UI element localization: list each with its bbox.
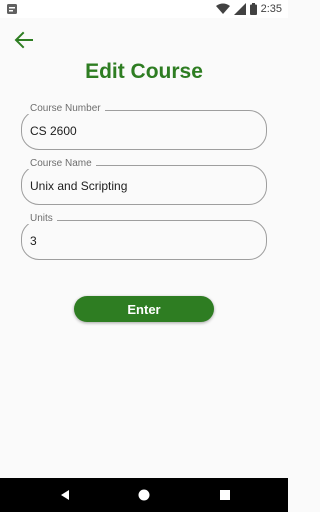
course-number-label: Course Number	[26, 103, 105, 114]
signal-icon	[233, 3, 246, 15]
units-field[interactable]: Units 3	[21, 213, 267, 260]
course-name-label: Course Name	[26, 158, 96, 169]
status-icons: 2:35	[215, 2, 282, 16]
course-number-field[interactable]: Course Number CS 2600	[21, 103, 267, 150]
navigation-bar	[0, 478, 288, 512]
units-label: Units	[26, 213, 57, 224]
back-button[interactable]	[10, 28, 38, 52]
arrow-left-icon	[14, 31, 33, 49]
status-bar: 2:35	[0, 0, 288, 18]
course-name-value[interactable]: Unix and Scripting	[30, 179, 127, 193]
back-triangle-icon[interactable]	[58, 488, 72, 502]
course-number-value[interactable]: CS 2600	[30, 124, 77, 138]
enter-button[interactable]: Enter	[74, 296, 214, 322]
recents-square-icon[interactable]	[218, 488, 232, 502]
course-name-field[interactable]: Course Name Unix and Scripting	[21, 158, 267, 205]
status-time: 2:35	[260, 3, 282, 15]
battery-icon	[249, 3, 257, 15]
page-title: Edit Course	[85, 60, 203, 83]
wifi-icon	[215, 3, 230, 14]
home-circle-icon[interactable]	[137, 488, 151, 502]
units-value[interactable]: 3	[30, 234, 37, 248]
notification-icon	[7, 4, 17, 14]
